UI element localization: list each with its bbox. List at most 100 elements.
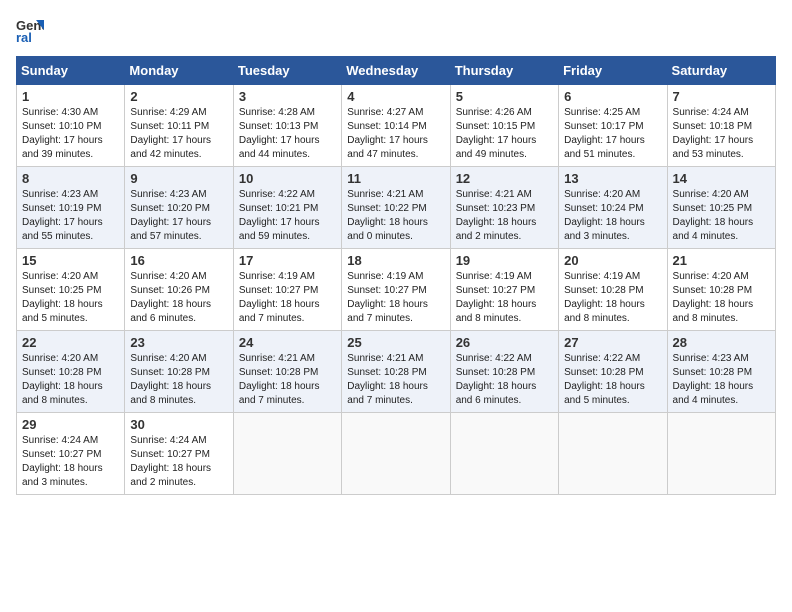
day-cell: 16 Sunrise: 4:20 AM Sunset: 10:26 PM Dayl…	[125, 249, 233, 331]
day-number: 24	[239, 335, 336, 350]
day-number: 29	[22, 417, 119, 432]
weekday-header-friday: Friday	[559, 57, 667, 85]
svg-text:ral: ral	[16, 30, 32, 44]
logo: Gene ral	[16, 16, 48, 44]
day-info: Sunrise: 4:24 AM Sunset: 10:27 PM Daylig…	[130, 434, 227, 490]
day-cell	[342, 413, 450, 495]
day-info: Sunrise: 4:26 AM Sunset: 10:15 PM Daylig…	[456, 106, 553, 162]
day-number: 26	[456, 335, 553, 350]
day-info: Sunrise: 4:23 AM Sunset: 10:20 PM Daylig…	[130, 188, 227, 244]
day-cell: 11Sunrise: 4:21 AM Sunset: 10:22 PM Dayl…	[342, 167, 450, 249]
day-cell: 24 Sunrise: 4:21 AM Sunset: 10:28 PM Dayl…	[233, 331, 341, 413]
day-info: Sunrise: 4:21 AM Sunset: 10:28 PM Daylig…	[239, 352, 336, 408]
week-row-2: 8 Sunrise: 4:23 AM Sunset: 10:19 PM Dayli…	[17, 167, 776, 249]
day-cell: 21 Sunrise: 4:20 AM Sunset: 10:28 PM Dayl…	[667, 249, 775, 331]
day-info: Sunrise: 4:20 AM Sunset: 10:28 PM Daylig…	[673, 270, 770, 326]
day-cell: 30 Sunrise: 4:24 AM Sunset: 10:27 PM Dayl…	[125, 413, 233, 495]
day-number: 5	[456, 89, 553, 104]
weekday-header-sunday: Sunday	[17, 57, 125, 85]
weekday-header-monday: Monday	[125, 57, 233, 85]
day-info: Sunrise: 4:30 AM Sunset: 10:10 PM Daylig…	[22, 106, 119, 162]
day-cell: 4 Sunrise: 4:27 AM Sunset: 10:14 PM Dayli…	[342, 85, 450, 167]
day-number: 12	[456, 171, 553, 186]
day-info: Sunrise: 4:25 AM Sunset: 10:17 PM Daylig…	[564, 106, 661, 162]
week-row-5: 29 Sunrise: 4:24 AM Sunset: 10:27 PM Dayl…	[17, 413, 776, 495]
day-info: Sunrise: 4:20 AM Sunset: 10:25 PM Daylig…	[22, 270, 119, 326]
weekday-header-row: SundayMondayTuesdayWednesdayThursdayFrid…	[17, 57, 776, 85]
day-info: Sunrise: 4:19 AM Sunset: 10:27 PM Daylig…	[347, 270, 444, 326]
day-info: Sunrise: 4:22 AM Sunset: 10:28 PM Daylig…	[564, 352, 661, 408]
day-cell: 5 Sunrise: 4:26 AM Sunset: 10:15 PM Dayli…	[450, 85, 558, 167]
day-info: Sunrise: 4:19 AM Sunset: 10:28 PM Daylig…	[564, 270, 661, 326]
day-cell: 18 Sunrise: 4:19 AM Sunset: 10:27 PM Dayl…	[342, 249, 450, 331]
day-cell: 14Sunrise: 4:20 AM Sunset: 10:25 PM Dayl…	[667, 167, 775, 249]
weekday-header-wednesday: Wednesday	[342, 57, 450, 85]
day-info: Sunrise: 4:20 AM Sunset: 10:24 PM Daylig…	[564, 188, 661, 244]
day-number: 16	[130, 253, 227, 268]
day-info: Sunrise: 4:21 AM Sunset: 10:28 PM Daylig…	[347, 352, 444, 408]
day-number: 9	[130, 171, 227, 186]
day-cell: 2Sunrise: 4:29 AM Sunset: 10:11 PM Dayli…	[125, 85, 233, 167]
weekday-header-tuesday: Tuesday	[233, 57, 341, 85]
day-info: Sunrise: 4:24 AM Sunset: 10:18 PM Daylig…	[673, 106, 770, 162]
day-cell: 7 Sunrise: 4:24 AM Sunset: 10:18 PM Dayli…	[667, 85, 775, 167]
day-info: Sunrise: 4:21 AM Sunset: 10:22 PM Daylig…	[347, 188, 444, 244]
day-info: Sunrise: 4:23 AM Sunset: 10:28 PM Daylig…	[673, 352, 770, 408]
day-cell: 25 Sunrise: 4:21 AM Sunset: 10:28 PM Dayl…	[342, 331, 450, 413]
day-number: 10	[239, 171, 336, 186]
day-cell: 17 Sunrise: 4:19 AM Sunset: 10:27 PM Dayl…	[233, 249, 341, 331]
day-cell: 22 Sunrise: 4:20 AM Sunset: 10:28 PM Dayl…	[17, 331, 125, 413]
day-info: Sunrise: 4:20 AM Sunset: 10:28 PM Daylig…	[130, 352, 227, 408]
day-info: Sunrise: 4:23 AM Sunset: 10:19 PM Daylig…	[22, 188, 119, 244]
day-cell: 26Sunrise: 4:22 AM Sunset: 10:28 PM Dayl…	[450, 331, 558, 413]
day-cell: 27Sunrise: 4:22 AM Sunset: 10:28 PM Dayl…	[559, 331, 667, 413]
day-number: 7	[673, 89, 770, 104]
day-cell: 29Sunrise: 4:24 AM Sunset: 10:27 PM Dayl…	[17, 413, 125, 495]
day-info: Sunrise: 4:20 AM Sunset: 10:26 PM Daylig…	[130, 270, 227, 326]
week-row-1: 1 Sunrise: 4:30 AM Sunset: 10:10 PM Dayli…	[17, 85, 776, 167]
day-cell: 20 Sunrise: 4:19 AM Sunset: 10:28 PM Dayl…	[559, 249, 667, 331]
day-info: Sunrise: 4:28 AM Sunset: 10:13 PM Daylig…	[239, 106, 336, 162]
day-number: 25	[347, 335, 444, 350]
day-info: Sunrise: 4:19 AM Sunset: 10:27 PM Daylig…	[239, 270, 336, 326]
day-cell: 28 Sunrise: 4:23 AM Sunset: 10:28 PM Dayl…	[667, 331, 775, 413]
day-number: 22	[22, 335, 119, 350]
day-number: 6	[564, 89, 661, 104]
day-number: 20	[564, 253, 661, 268]
day-cell	[450, 413, 558, 495]
weekday-header-thursday: Thursday	[450, 57, 558, 85]
day-cell: 3Sunrise: 4:28 AM Sunset: 10:13 PM Dayli…	[233, 85, 341, 167]
day-cell: 13 Sunrise: 4:20 AM Sunset: 10:24 PM Dayl…	[559, 167, 667, 249]
day-info: Sunrise: 4:27 AM Sunset: 10:14 PM Daylig…	[347, 106, 444, 162]
weekday-header-saturday: Saturday	[667, 57, 775, 85]
logo-icon: Gene ral	[16, 16, 44, 44]
day-cell	[559, 413, 667, 495]
day-cell: 23Sunrise: 4:20 AM Sunset: 10:28 PM Dayl…	[125, 331, 233, 413]
day-number: 30	[130, 417, 227, 432]
day-number: 4	[347, 89, 444, 104]
page-header: Gene ral	[16, 16, 776, 44]
day-number: 15	[22, 253, 119, 268]
day-number: 1	[22, 89, 119, 104]
day-number: 28	[673, 335, 770, 350]
day-cell: 1 Sunrise: 4:30 AM Sunset: 10:10 PM Dayli…	[17, 85, 125, 167]
day-cell: 12 Sunrise: 4:21 AM Sunset: 10:23 PM Dayl…	[450, 167, 558, 249]
day-cell: 15 Sunrise: 4:20 AM Sunset: 10:25 PM Dayl…	[17, 249, 125, 331]
day-info: Sunrise: 4:20 AM Sunset: 10:28 PM Daylig…	[22, 352, 119, 408]
day-info: Sunrise: 4:20 AM Sunset: 10:25 PM Daylig…	[673, 188, 770, 244]
day-number: 8	[22, 171, 119, 186]
day-cell: 10Sunrise: 4:22 AM Sunset: 10:21 PM Dayl…	[233, 167, 341, 249]
day-cell: 8 Sunrise: 4:23 AM Sunset: 10:19 PM Dayli…	[17, 167, 125, 249]
day-number: 13	[564, 171, 661, 186]
week-row-4: 22 Sunrise: 4:20 AM Sunset: 10:28 PM Dayl…	[17, 331, 776, 413]
day-info: Sunrise: 4:19 AM Sunset: 10:27 PM Daylig…	[456, 270, 553, 326]
week-row-3: 15 Sunrise: 4:20 AM Sunset: 10:25 PM Dayl…	[17, 249, 776, 331]
day-number: 17	[239, 253, 336, 268]
day-number: 2	[130, 89, 227, 104]
day-info: Sunrise: 4:21 AM Sunset: 10:23 PM Daylig…	[456, 188, 553, 244]
day-number: 21	[673, 253, 770, 268]
day-cell: 19Sunrise: 4:19 AM Sunset: 10:27 PM Dayl…	[450, 249, 558, 331]
day-number: 18	[347, 253, 444, 268]
calendar-table: SundayMondayTuesdayWednesdayThursdayFrid…	[16, 56, 776, 495]
day-cell: 6 Sunrise: 4:25 AM Sunset: 10:17 PM Dayli…	[559, 85, 667, 167]
